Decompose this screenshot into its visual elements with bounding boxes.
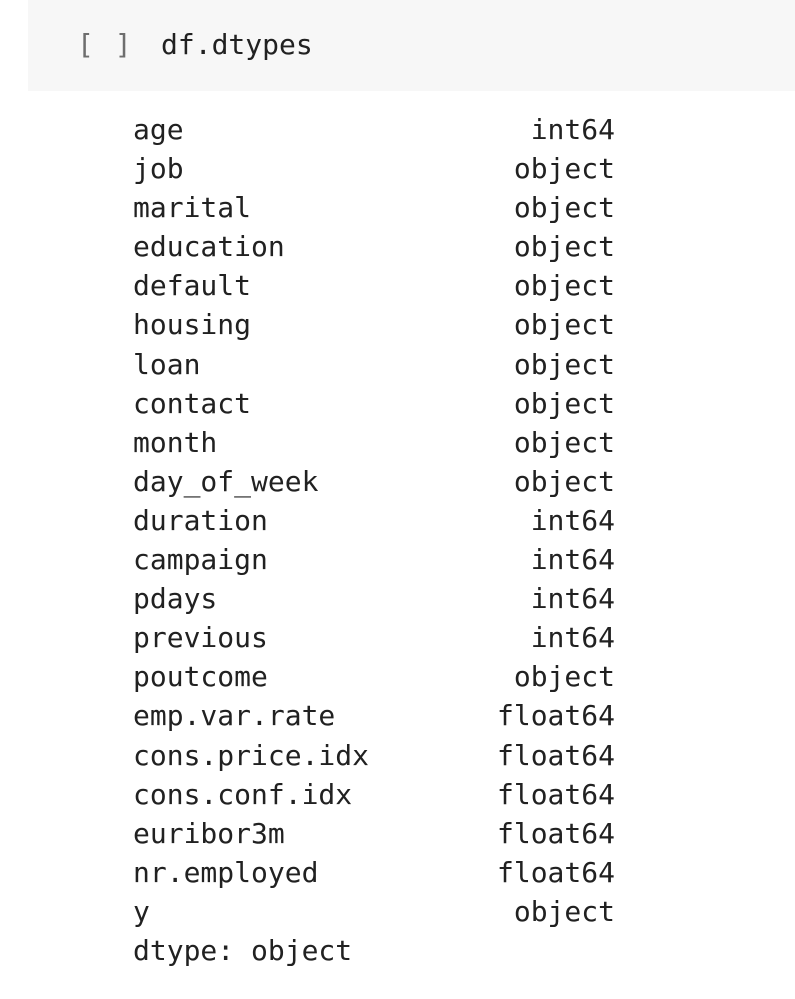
dtype-footer: dtype: object: [133, 933, 353, 967]
dtype-row: emp.var.rate float64: [133, 696, 615, 735]
column-name: campaign: [133, 543, 268, 577]
column-dtype: float64: [496, 816, 615, 850]
column-name: loan: [133, 347, 201, 381]
column-dtype: float64: [496, 699, 615, 733]
column-dtype: object: [513, 308, 615, 342]
column-dtype: float64: [496, 738, 615, 772]
dtype-row: education object: [133, 227, 615, 266]
column-name: housing: [133, 308, 252, 342]
column-name: job: [133, 152, 184, 186]
dtype-row: euribor3m float64: [133, 814, 615, 853]
dtype-row: loan object: [133, 345, 615, 384]
column-dtype: object: [513, 425, 615, 459]
dtype-row: previous int64: [133, 618, 615, 657]
column-dtype: int64: [530, 113, 615, 146]
dtype-row: campaign int64: [133, 540, 615, 579]
column-dtype: object: [513, 464, 615, 498]
code-text[interactable]: df.dtypes: [161, 28, 313, 61]
column-name: duration: [133, 503, 268, 537]
column-dtype: object: [513, 386, 615, 420]
column-dtype: object: [513, 347, 615, 381]
dtype-row: y object: [133, 892, 615, 931]
column-name: contact: [133, 386, 252, 420]
column-name: y: [133, 894, 150, 928]
column-dtype: object: [513, 894, 615, 928]
column-dtype: int64: [530, 621, 615, 655]
column-name: poutcome: [133, 660, 268, 694]
cell-output: age int64 job object marital object education o…: [133, 110, 615, 970]
column-dtype: object: [513, 230, 615, 264]
column-name: education: [133, 230, 285, 264]
column-name: nr.employed: [133, 855, 319, 889]
column-dtype: object: [513, 660, 615, 694]
dtype-row: cons.price.idx float64: [133, 736, 615, 775]
column-dtype: float64: [496, 855, 615, 889]
column-dtype: int64: [530, 582, 615, 616]
dtype-row: job object: [133, 149, 615, 188]
dtype-row: pdays int64: [133, 579, 615, 618]
dtype-row: housing object: [133, 305, 615, 344]
dtype-row: contact object: [133, 384, 615, 423]
dtype-row: cons.conf.idx float64: [133, 775, 615, 814]
dtype-row: duration int64: [133, 501, 615, 540]
column-dtype: object: [513, 152, 615, 186]
column-dtype: object: [513, 269, 615, 303]
column-name: emp.var.rate: [133, 699, 336, 733]
dtype-row: month object: [133, 423, 615, 462]
column-dtype: object: [513, 191, 615, 225]
column-name: cons.conf.idx: [133, 777, 353, 811]
column-name: euribor3m: [133, 816, 285, 850]
code-cell-input[interactable]: [ ] df.dtypes: [28, 0, 795, 91]
dtype-row: default object: [133, 266, 615, 305]
column-name: month: [133, 425, 218, 459]
column-name: marital: [133, 191, 252, 225]
column-name: previous: [133, 621, 268, 655]
dtype-row: poutcome object: [133, 657, 615, 696]
column-name: pdays: [133, 582, 218, 616]
column-dtype: int64: [530, 503, 615, 537]
column-name: age: [133, 113, 184, 146]
dtype-row: day_of_week object: [133, 462, 615, 501]
dtype-row: marital object: [133, 188, 615, 227]
column-name: default: [133, 269, 252, 303]
column-dtype: float64: [496, 777, 615, 811]
dtype-row: nr.employed float64: [133, 853, 615, 892]
column-name: cons.price.idx: [133, 738, 370, 772]
run-cell-prompt[interactable]: [ ]: [77, 28, 134, 61]
column-dtype: int64: [530, 543, 615, 577]
column-name: day_of_week: [133, 464, 319, 498]
dtype-row: age int64: [133, 110, 615, 149]
